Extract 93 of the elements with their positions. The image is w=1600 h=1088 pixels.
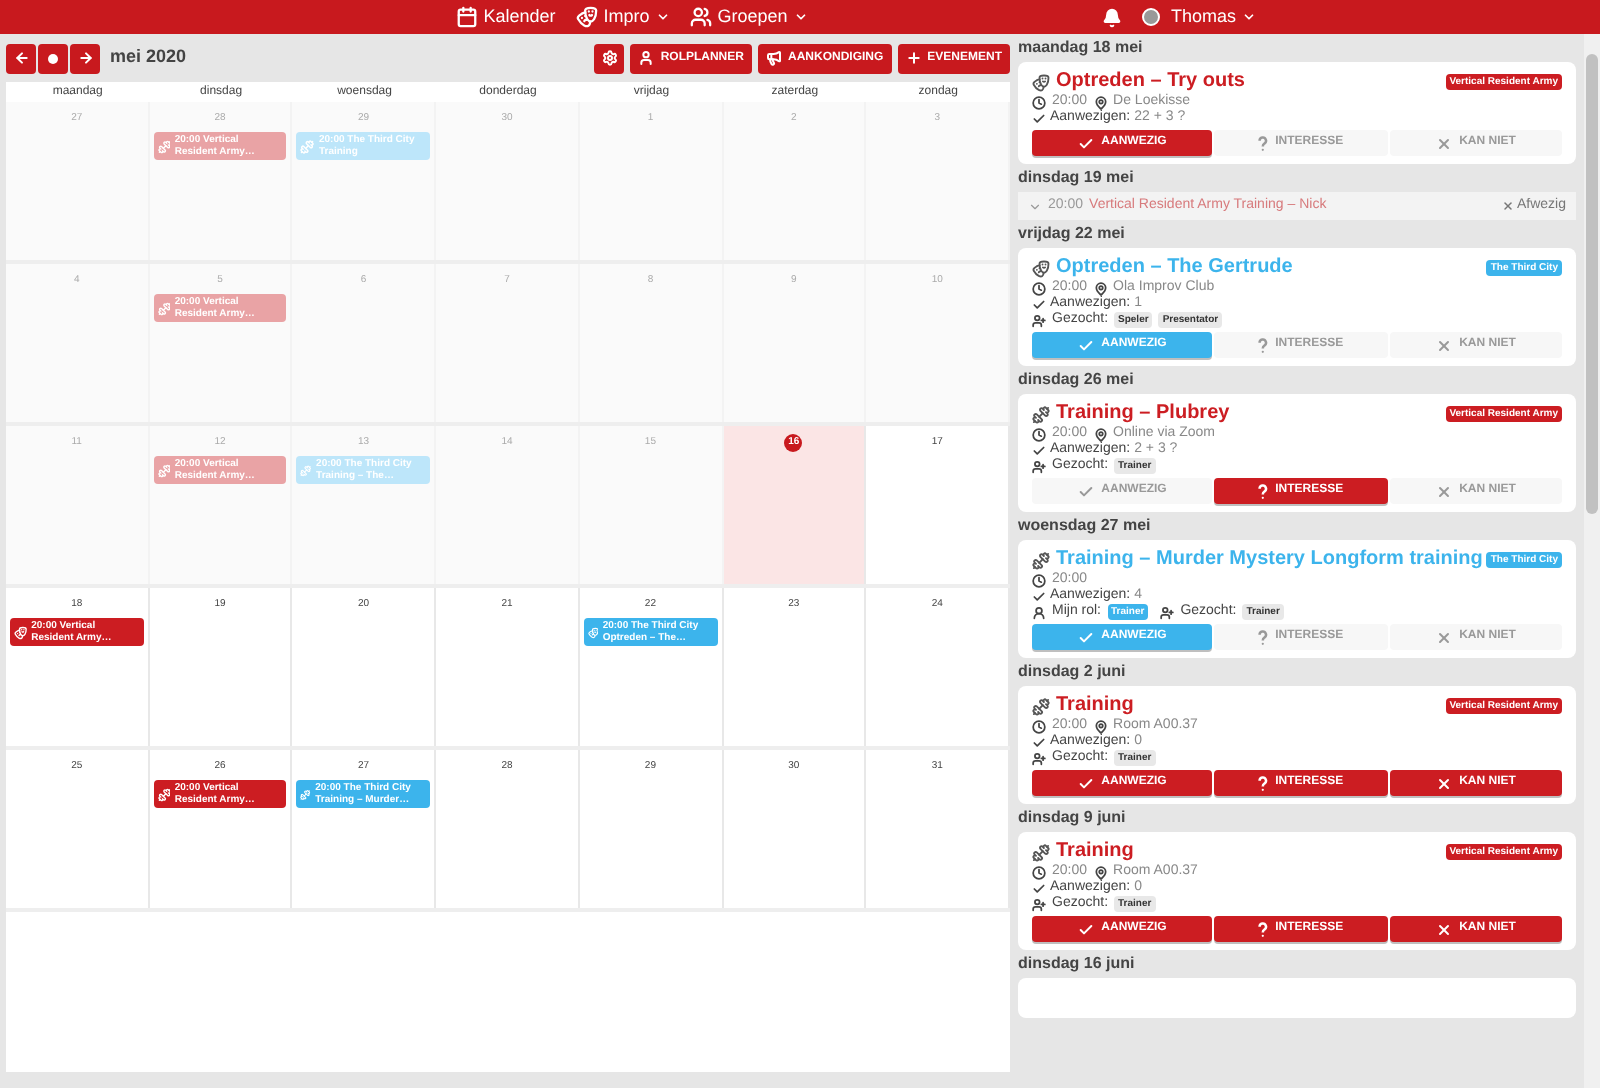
date-heading: vrijdag 22 mei bbox=[1018, 224, 1127, 244]
next-button[interactable] bbox=[70, 43, 100, 73]
event-title[interactable]: Training – Murder Mystery Longform training bbox=[1056, 548, 1483, 572]
date-heading: dinsdag 26 mei bbox=[1018, 370, 1136, 390]
user-plus-icon bbox=[1160, 605, 1175, 619]
dumbbell-icon bbox=[1032, 405, 1050, 423]
theater-masks-icon bbox=[14, 623, 28, 641]
clock-icon bbox=[1032, 865, 1046, 879]
dumbbell-icon bbox=[157, 785, 171, 803]
date-heading: dinsdag 2 juni bbox=[1018, 662, 1128, 682]
date-heading: woensdag 27 mei bbox=[1018, 516, 1153, 536]
nav-link[interactable]: Impro bbox=[575, 3, 670, 31]
arrow-right-icon bbox=[77, 50, 93, 66]
settings-icon bbox=[601, 50, 618, 66]
check-icon bbox=[1032, 881, 1046, 895]
x-icon bbox=[1435, 337, 1452, 353]
nav-link[interactable]: Kalender bbox=[455, 3, 556, 31]
avatar-icon bbox=[1142, 8, 1161, 26]
x-icon bbox=[1435, 135, 1452, 151]
dumbbell-icon bbox=[300, 785, 312, 803]
check-icon bbox=[1032, 111, 1046, 125]
x-icon bbox=[1435, 483, 1452, 499]
dumbbell-icon bbox=[300, 137, 315, 155]
event-title[interactable]: Training – Plubrey bbox=[1056, 402, 1230, 426]
event-title[interactable]: Training bbox=[1056, 694, 1134, 718]
theater-masks-icon bbox=[1032, 259, 1050, 277]
user-icon bbox=[638, 50, 655, 66]
pin-icon bbox=[1093, 281, 1108, 295]
clock-icon bbox=[1032, 95, 1046, 109]
clock-icon bbox=[1032, 427, 1046, 441]
date-heading: dinsdag 19 mei bbox=[1018, 168, 1136, 188]
question-icon bbox=[1257, 135, 1268, 151]
question-icon bbox=[1257, 921, 1268, 937]
question-icon bbox=[1257, 337, 1268, 353]
user-plus-icon bbox=[1032, 897, 1046, 911]
dumbbell-icon bbox=[300, 461, 313, 479]
dumbbell-icon bbox=[157, 299, 171, 317]
check-icon bbox=[1077, 629, 1094, 645]
pin-icon bbox=[1093, 427, 1108, 441]
users-icon bbox=[689, 6, 712, 28]
theater-masks-icon bbox=[587, 623, 599, 641]
chevron-icon bbox=[1028, 199, 1042, 213]
event-title[interactable]: Optreden – The Gertrude bbox=[1056, 256, 1293, 280]
dumbbell-icon bbox=[157, 137, 171, 155]
date-heading: maandag 18 mei bbox=[1018, 38, 1145, 58]
bell-icon[interactable] bbox=[1102, 7, 1123, 27]
arrow-left-icon bbox=[13, 50, 29, 66]
megaphone-icon bbox=[765, 50, 782, 66]
check-icon bbox=[1077, 337, 1094, 353]
x-icon bbox=[1502, 200, 1515, 212]
dumbbell-icon bbox=[1032, 697, 1050, 715]
previous-button[interactable] bbox=[6, 43, 36, 73]
month-title: mei 2020 bbox=[110, 44, 187, 71]
dumbbell-icon bbox=[1032, 843, 1050, 861]
check-icon bbox=[1032, 735, 1046, 749]
x-icon bbox=[1435, 629, 1452, 645]
event-title[interactable]: Training bbox=[1056, 840, 1134, 864]
x-icon bbox=[1435, 775, 1452, 791]
event-title[interactable]: Optreden – Try outs bbox=[1056, 70, 1245, 94]
check-icon bbox=[1077, 483, 1094, 499]
clock-icon bbox=[1032, 719, 1046, 733]
date-heading: dinsdag 16 juni bbox=[1018, 954, 1137, 974]
user-plus-icon bbox=[1032, 751, 1046, 765]
calendar-icon bbox=[455, 6, 478, 28]
caret-icon bbox=[1242, 10, 1256, 24]
check-icon bbox=[1032, 589, 1046, 603]
user-plus-icon bbox=[1032, 459, 1046, 473]
check-icon bbox=[1077, 135, 1094, 151]
check-icon bbox=[1077, 921, 1094, 937]
check-icon bbox=[1032, 297, 1046, 311]
person-icon bbox=[1032, 605, 1046, 619]
theater-masks-icon bbox=[1032, 73, 1050, 91]
user-plus-icon bbox=[1032, 313, 1046, 327]
pin-icon bbox=[1093, 719, 1108, 733]
pin-icon bbox=[1093, 865, 1108, 879]
x-icon bbox=[1435, 921, 1452, 937]
date-heading: dinsdag 9 juni bbox=[1018, 808, 1128, 828]
clock-icon bbox=[1032, 573, 1046, 587]
today-button[interactable] bbox=[38, 43, 68, 73]
dumbbell-icon bbox=[1032, 551, 1050, 569]
settings-button[interactable] bbox=[594, 43, 625, 73]
check-icon bbox=[1077, 775, 1094, 791]
nav-link[interactable]: Groepen bbox=[689, 3, 808, 31]
plus-icon bbox=[905, 50, 922, 66]
question-icon bbox=[1257, 483, 1268, 499]
question-icon bbox=[1257, 775, 1268, 791]
pin-icon bbox=[1093, 95, 1108, 109]
clock-icon bbox=[1032, 281, 1046, 295]
user-menu[interactable]: Thomas bbox=[1170, 3, 1256, 31]
theater-masks-icon bbox=[575, 6, 598, 28]
dumbbell-icon bbox=[157, 461, 171, 479]
check-icon bbox=[1032, 443, 1046, 457]
question-icon bbox=[1257, 629, 1268, 645]
